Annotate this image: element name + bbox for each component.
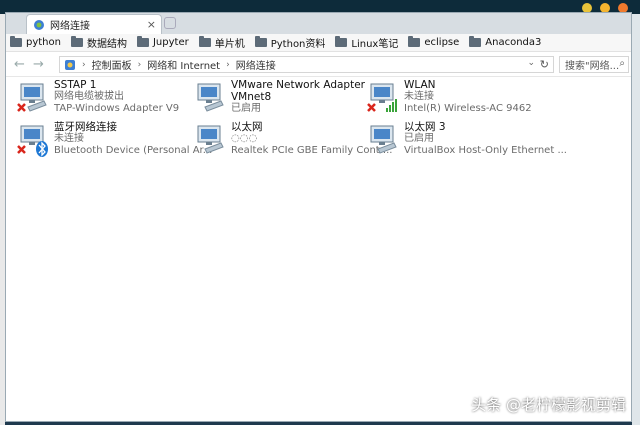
bookmark-mcu[interactable]: 单片机 (198, 35, 245, 50)
adapter-status: 未连接 (54, 133, 84, 144)
bookmark-anaconda3[interactable]: Anaconda3 (469, 36, 542, 48)
wifi-adapter-icon (367, 83, 397, 112)
network-adapter-icon (197, 83, 224, 112)
adapter-device: Bluetooth Device (Personal Ar... (54, 145, 213, 156)
breadcrumb-network-connections[interactable]: 网络连接 (236, 57, 276, 72)
folder-icon (70, 36, 83, 47)
bookmark-python-resources[interactable]: Python资料 (254, 35, 326, 50)
bookmark-jupyter[interactable]: Jupyter (136, 36, 189, 48)
forward-arrow-icon[interactable]: → (33, 57, 44, 72)
adapter-status: 已启用 (231, 103, 261, 114)
adapter-name-line2: VMnet8 (231, 91, 272, 103)
search-icon[interactable]: ⌕ (619, 58, 625, 69)
adapter-name-line1: VMware Network Adapter (231, 79, 365, 91)
adapter-name: WLAN (404, 79, 436, 91)
adapter-status: 已启用 (404, 133, 434, 144)
network-adapter-icon (17, 83, 47, 112)
folder-icon (198, 36, 211, 47)
bookmark-eclipse[interactable]: eclipse (408, 36, 460, 48)
tab-bar: 网络连接 × (6, 13, 631, 34)
bookmark-label: 数据结构 (86, 39, 127, 50)
adapter-device: VirtualBox Host-Only Ethernet ... (404, 145, 567, 156)
breadcrumb-separator-icon: › (226, 59, 230, 70)
bookmark-python[interactable]: python (10, 36, 61, 48)
breadcrumb-network-internet[interactable]: 网络和 Internet (147, 57, 220, 72)
breadcrumb-separator-icon: › (137, 59, 142, 70)
adapter-sstap1[interactable]: SSTAP 1 网络电缆被拔出 TAP-Windows Adapter V9 (16, 79, 188, 121)
bookmark-label: Linux笔记 (351, 39, 399, 50)
close-tab-icon[interactable]: × (147, 18, 156, 31)
tab-title: 网络连接 (50, 21, 90, 32)
bookmark-label: eclipse (424, 37, 460, 48)
bookmark-label: Python资料 (270, 39, 326, 50)
network-adapter-icon (370, 125, 397, 154)
adapter-name: 蓝牙网络连接 (54, 121, 117, 133)
search-input[interactable]: 搜索"网络... ⌕ (559, 56, 629, 73)
address-bar[interactable]: › 控制面板 › 网络和 Internet › 网络连接 ⌄ ↻ (59, 56, 554, 73)
network-adapter-icon (197, 125, 224, 154)
breadcrumb-control-panel[interactable]: 控制面板 (92, 57, 132, 72)
network-connections-window: 网络连接 × python 数据结构 Jupyter 单片机 Python资料 … (5, 12, 632, 422)
bookmark-data-structures[interactable]: 数据结构 (70, 35, 127, 50)
chevron-down-icon[interactable]: ⌄ (527, 58, 535, 68)
adapter-wlan[interactable]: WLAN 未连接 Intel(R) Wireless-AC 9462 (366, 79, 538, 121)
adapter-status: 网络电缆被拔出 (54, 91, 124, 102)
control-panel-icon (65, 59, 75, 70)
search-placeholder: 搜索"网络... (565, 61, 620, 72)
folder-icon (408, 36, 421, 47)
adapter-ethernet3[interactable]: 以太网 3 已启用 VirtualBox Host-Only Ethernet … (366, 121, 567, 163)
adapter-name: SSTAP 1 (54, 79, 97, 91)
bookmark-linux-notes[interactable]: Linux笔记 (335, 35, 398, 50)
back-arrow-icon[interactable]: ← (14, 57, 25, 72)
adapter-name: 以太网 3 (404, 121, 446, 133)
adapter-device: Intel(R) Wireless-AC 9462 (404, 103, 532, 114)
bookmark-label: Anaconda3 (485, 37, 542, 48)
new-tab-button[interactable] (164, 17, 176, 29)
bookmark-label: 单片机 (214, 39, 245, 50)
watermark-text: 头条 @老柠檬影视剪辑 (471, 396, 626, 414)
folder-icon (136, 36, 149, 47)
address-bar-row: ← → › 控制面板 › 网络和 Internet › 网络连接 ⌄ ↻ 搜索"… (6, 53, 631, 77)
adapter-vmware-vmnet8[interactable]: VMware Network Adapter VMnet8 已启用 (193, 79, 365, 121)
adapter-bluetooth[interactable]: 蓝牙网络连接 未连接 Bluetooth Device (Personal Ar… (16, 121, 212, 163)
bookmark-label: Jupyter (152, 37, 189, 48)
folder-icon (469, 36, 482, 47)
folder-icon (254, 36, 267, 47)
bookmarks-bar: python 数据结构 Jupyter 单片机 Python资料 Linux笔记… (6, 34, 631, 52)
breadcrumb-separator-icon: › (82, 59, 86, 70)
folder-icon (10, 36, 22, 47)
network-folder-icon (34, 19, 44, 30)
refresh-icon[interactable]: ↻ (540, 58, 549, 71)
adapter-ethernet[interactable]: 以太网 ◌◌◌ Realtek PCIe GBE Family Contr... (193, 121, 392, 163)
tab-network-connections[interactable]: 网络连接 × (26, 14, 162, 34)
bluetooth-adapter-icon (17, 125, 48, 157)
background-right-strip (632, 14, 640, 425)
adapter-status: 未连接 (404, 91, 434, 102)
folder-icon (335, 36, 348, 47)
bookmark-label: python (26, 37, 61, 48)
adapter-device: TAP-Windows Adapter V9 (54, 103, 180, 114)
